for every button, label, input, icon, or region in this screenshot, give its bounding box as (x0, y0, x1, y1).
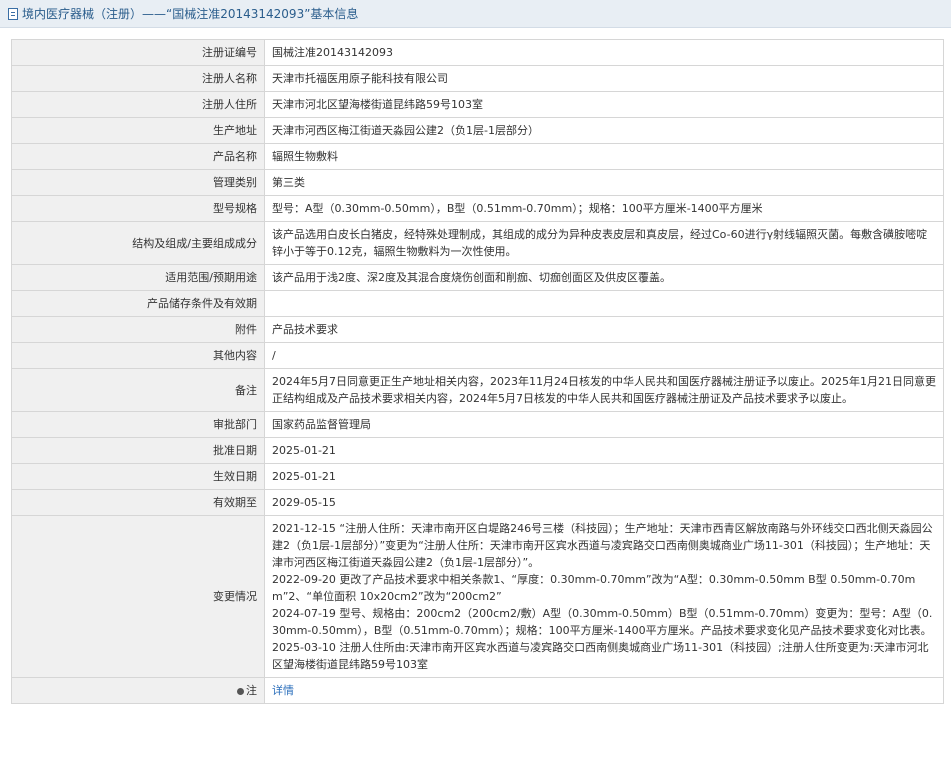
row-label: 注册人名称 (11, 65, 265, 92)
row-label: 变更情况 (11, 515, 265, 678)
note-label: 注 (246, 684, 257, 697)
page-title: 境内医疗器械（注册）——“国械注准20143142093”基本信息 (22, 7, 359, 21)
row-value: 国械注准20143142093 (264, 39, 944, 66)
row-registrant-name: 注册人名称 天津市托福医用原子能科技有限公司 (11, 65, 944, 92)
document-icon (8, 7, 18, 20)
row-storage: 产品储存条件及有效期 (11, 290, 944, 317)
row-registrant-address: 注册人住所 天津市河北区望海楼街道昆纬路59号103室 (11, 91, 944, 118)
change-entry: 2021-12-15 “注册人住所：天津市南开区白堤路246号三楼（科技园）；生… (272, 522, 933, 569)
row-label: 其他内容 (11, 342, 265, 369)
row-label: 有效期至 (11, 489, 265, 516)
row-value: 天津市河北区望海楼街道昆纬路59号103室 (264, 91, 944, 118)
row-value: 天津市托福医用原子能科技有限公司 (264, 65, 944, 92)
row-approval-date: 批准日期 2025-01-21 (11, 437, 944, 464)
bulb-icon (237, 687, 244, 695)
row-registration-number: 注册证编号 国械注准20143142093 (11, 39, 944, 66)
row-value: 该产品选用白皮长白猪皮，经特殊处理制成，其组成的成分为异种皮表皮层和真皮层，经过… (264, 221, 944, 265)
row-label: 审批部门 (11, 411, 265, 438)
change-entry: 2022-09-20 更改了产品技术要求中相关条款1、“厚度：0.30mm-0.… (272, 573, 916, 603)
row-value: 型号：A型（0.30mm-0.50mm），B型（0.51mm-0.70mm）；规… (264, 195, 944, 222)
row-value: / (264, 342, 944, 369)
row-label: 产品名称 (11, 143, 265, 170)
row-value: 2025-01-21 (264, 437, 944, 464)
row-label: 生效日期 (11, 463, 265, 490)
row-value: 第三类 (264, 169, 944, 196)
row-value: 2024年5月7日同意更正生产地址相关内容，2023年11月24日核发的中华人民… (264, 368, 944, 412)
detail-link[interactable]: 详情 (272, 684, 294, 697)
row-value (264, 290, 944, 317)
row-value: 天津市河西区梅江街道天淼园公建2（负1层-1层部分） (264, 117, 944, 144)
row-label: 备注 (11, 368, 265, 412)
row-value: 2021-12-15 “注册人住所：天津市南开区白堤路246号三楼（科技园）；生… (264, 515, 944, 678)
row-attachment: 附件 产品技术要求 (11, 316, 944, 343)
row-expiry-date: 有效期至 2029-05-15 (11, 489, 944, 516)
row-scope: 适用范围/预期用途 该产品用于浅2度、深2度及其混合度烧伤创面和削痂、切痂创面区… (11, 264, 944, 291)
row-value: 国家药品监督管理局 (264, 411, 944, 438)
row-changes: 变更情况 2021-12-15 “注册人住所：天津市南开区白堤路246号三楼（科… (11, 515, 944, 678)
row-label: 附件 (11, 316, 265, 343)
row-label: 注册证编号 (11, 39, 265, 66)
row-label: 型号规格 (11, 195, 265, 222)
row-label: 生产地址 (11, 117, 265, 144)
change-entry: 2024-07-19 型号、规格由：200cm2（200cm2/敷）A型（0.3… (272, 607, 933, 637)
row-remarks: 备注 2024年5月7日同意更正生产地址相关内容，2023年11月24日核发的中… (11, 368, 944, 412)
row-effective-date: 生效日期 2025-01-21 (11, 463, 944, 490)
row-production-address: 生产地址 天津市河西区梅江街道天淼园公建2（负1层-1层部分） (11, 117, 944, 144)
row-structure: 结构及组成/主要组成成分 该产品选用白皮长白猪皮，经特殊处理制成，其组成的成分为… (11, 221, 944, 265)
row-note: 注 详情 (11, 677, 944, 704)
row-value: 详情 (264, 677, 944, 704)
row-model-spec: 型号规格 型号：A型（0.30mm-0.50mm），B型（0.51mm-0.70… (11, 195, 944, 222)
row-approval-dept: 审批部门 国家药品监督管理局 (11, 411, 944, 438)
row-label: 适用范围/预期用途 (11, 264, 265, 291)
row-value: 2025-01-21 (264, 463, 944, 490)
row-label: 结构及组成/主要组成成分 (11, 221, 265, 265)
row-label: 产品储存条件及有效期 (11, 290, 265, 317)
row-label: 注 (11, 677, 265, 704)
page-header: 境内医疗器械（注册）——“国械注准20143142093”基本信息 (0, 0, 951, 28)
row-label: 批准日期 (11, 437, 265, 464)
row-product-name: 产品名称 辐照生物敷料 (11, 143, 944, 170)
row-management-class: 管理类别 第三类 (11, 169, 944, 196)
row-value: 辐照生物敷料 (264, 143, 944, 170)
row-value: 产品技术要求 (264, 316, 944, 343)
row-other: 其他内容 / (11, 342, 944, 369)
row-value: 2029-05-15 (264, 489, 944, 516)
row-label: 注册人住所 (11, 91, 265, 118)
row-value: 该产品用于浅2度、深2度及其混合度烧伤创面和削痂、切痂创面区及供皮区覆盖。 (264, 264, 944, 291)
info-table: 注册证编号 国械注准20143142093 注册人名称 天津市托福医用原子能科技… (11, 39, 944, 704)
change-entry: 2025-03-10 注册人住所由:天津市南开区宾水西道与凌宾路交口西南侧奥城商… (272, 641, 929, 671)
row-label: 管理类别 (11, 169, 265, 196)
